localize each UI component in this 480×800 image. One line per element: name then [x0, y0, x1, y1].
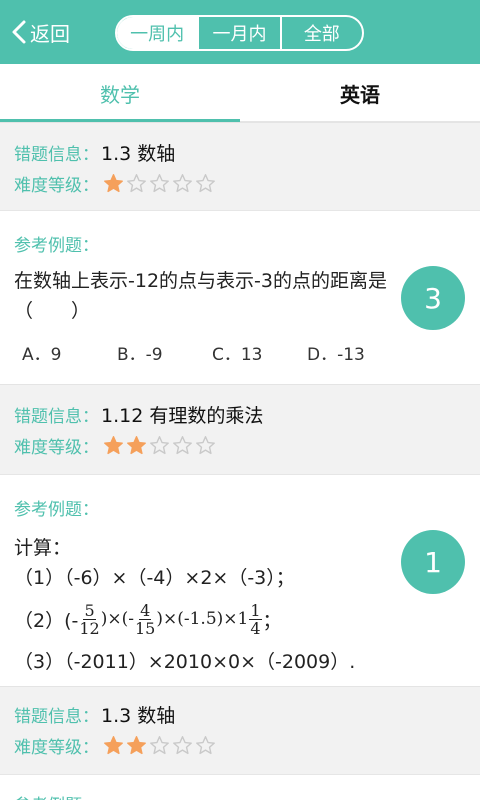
error-topic: 1.12 有理数的乘法: [101, 405, 264, 427]
fraction-denominator: 4: [250, 618, 261, 638]
star-empty-icon: [196, 436, 215, 455]
time-range-segmented-control: 一周内 一月内 全部: [115, 15, 364, 51]
error-info-section: 错题信息： 1.3 数轴 难度等级：: [0, 122, 480, 210]
error-info-label: 错题信息：: [14, 145, 99, 165]
error-topic: 1.3 数轴: [101, 143, 176, 165]
error-info-section: 错题信息： 1.3 数轴 难度等级：: [0, 686, 480, 774]
difficulty-row: 难度等级：: [14, 433, 218, 458]
star-empty-icon: [150, 736, 169, 755]
fraction-denominator: 12: [79, 618, 100, 638]
star-empty-icon: [150, 174, 169, 193]
line-2-start: （2）(-: [14, 609, 79, 632]
chevron-left-icon: [12, 20, 26, 44]
question-line-3: （3）（-2011）×2010×0×（-2009）.: [14, 651, 356, 673]
star-filled-icon: [127, 436, 146, 455]
question-intro: 计算：: [14, 537, 72, 559]
error-info-section: 错题信息： 1.12 有理数的乘法 难度等级：: [0, 384, 480, 474]
star-filled-icon: [104, 174, 123, 193]
reference-label: 参考例题：: [14, 236, 99, 256]
fraction-1-4: 1 4: [249, 600, 262, 638]
fraction-numerator: 1: [249, 600, 262, 620]
back-button[interactable]: 返回: [10, 14, 70, 50]
error-count-badge: 1: [401, 530, 465, 594]
tab-math[interactable]: 数学: [0, 64, 240, 122]
difficulty-label: 难度等级：: [14, 176, 99, 196]
error-info-row: 错题信息： 1.3 数轴: [14, 701, 175, 728]
star-empty-icon: [196, 174, 215, 193]
question-line-1: （1）（-6）×（-4）×2×（-3）；: [14, 567, 295, 589]
option-d: D．-13: [307, 345, 365, 365]
star-empty-icon: [196, 736, 215, 755]
error-info-label: 错题信息：: [14, 407, 99, 427]
question-line-2: （2）(- 5 12 )×(- 4 15 )×(-1.5)×1 1 4 ；: [14, 593, 282, 645]
subject-tabs: 数学 英语: [0, 64, 480, 122]
tab-english[interactable]: 英语: [240, 64, 480, 122]
fraction-numerator: 5: [83, 600, 96, 620]
difficulty-label: 难度等级：: [14, 738, 99, 758]
back-label: 返回: [30, 21, 70, 46]
reference-label: 参考例题：: [14, 791, 99, 800]
difficulty-row: 难度等级：: [14, 733, 218, 758]
example-question-card[interactable]: 参考例题：: [0, 774, 480, 800]
fraction-4-15: 4 15: [135, 602, 155, 637]
question-text: 在数轴上表示-12的点与表示-3的点的距离是（ ）: [14, 270, 387, 322]
line-2-end: ；: [262, 609, 282, 632]
option-b: B．-9: [117, 345, 163, 365]
error-count-badge: 3: [401, 266, 465, 330]
star-empty-icon: [150, 436, 169, 455]
fraction-numerator: 4: [139, 600, 152, 620]
segment-all[interactable]: 全部: [279, 17, 362, 49]
star-filled-icon: [127, 736, 146, 755]
example-question-card[interactable]: 参考例题： 在数轴上表示-12的点与表示-3的点的距离是（ ） A．9 B．-9…: [0, 210, 480, 384]
line-2-mid-1: )×(-: [100, 609, 134, 629]
difficulty-stars: [103, 735, 218, 756]
reference-label: 参考例题：: [14, 500, 99, 520]
top-bar: 返回 一周内 一月内 全部: [0, 0, 480, 64]
fraction-denominator: 15: [134, 618, 156, 638]
error-info-label: 错题信息：: [14, 707, 99, 727]
line-2-mid-2: )×(-1.5)×1: [156, 609, 249, 629]
answer-options: A．9 B．-9 C．13 D．-13: [22, 340, 402, 365]
star-filled-icon: [104, 436, 123, 455]
option-a: A．9: [22, 345, 62, 365]
error-topic: 1.3 数轴: [101, 705, 176, 727]
difficulty-stars: [103, 173, 218, 194]
error-info-row: 错题信息： 1.3 数轴: [14, 139, 175, 166]
example-question-card[interactable]: 参考例题： 计算： （1）（-6）×（-4）×2×（-3）； （2）(- 5 1…: [0, 474, 480, 686]
error-info-row: 错题信息： 1.12 有理数的乘法: [14, 401, 263, 428]
difficulty-stars: [103, 435, 218, 456]
star-empty-icon: [173, 174, 192, 193]
option-c: C．13: [212, 345, 263, 365]
fraction-5-12: 5 12: [79, 602, 99, 637]
difficulty-label: 难度等级：: [14, 438, 99, 458]
star-empty-icon: [127, 174, 146, 193]
difficulty-row: 难度等级：: [14, 171, 218, 196]
star-empty-icon: [173, 736, 192, 755]
segment-month[interactable]: 一月内: [197, 17, 279, 49]
star-filled-icon: [104, 736, 123, 755]
segment-week[interactable]: 一周内: [117, 17, 198, 49]
star-empty-icon: [173, 436, 192, 455]
